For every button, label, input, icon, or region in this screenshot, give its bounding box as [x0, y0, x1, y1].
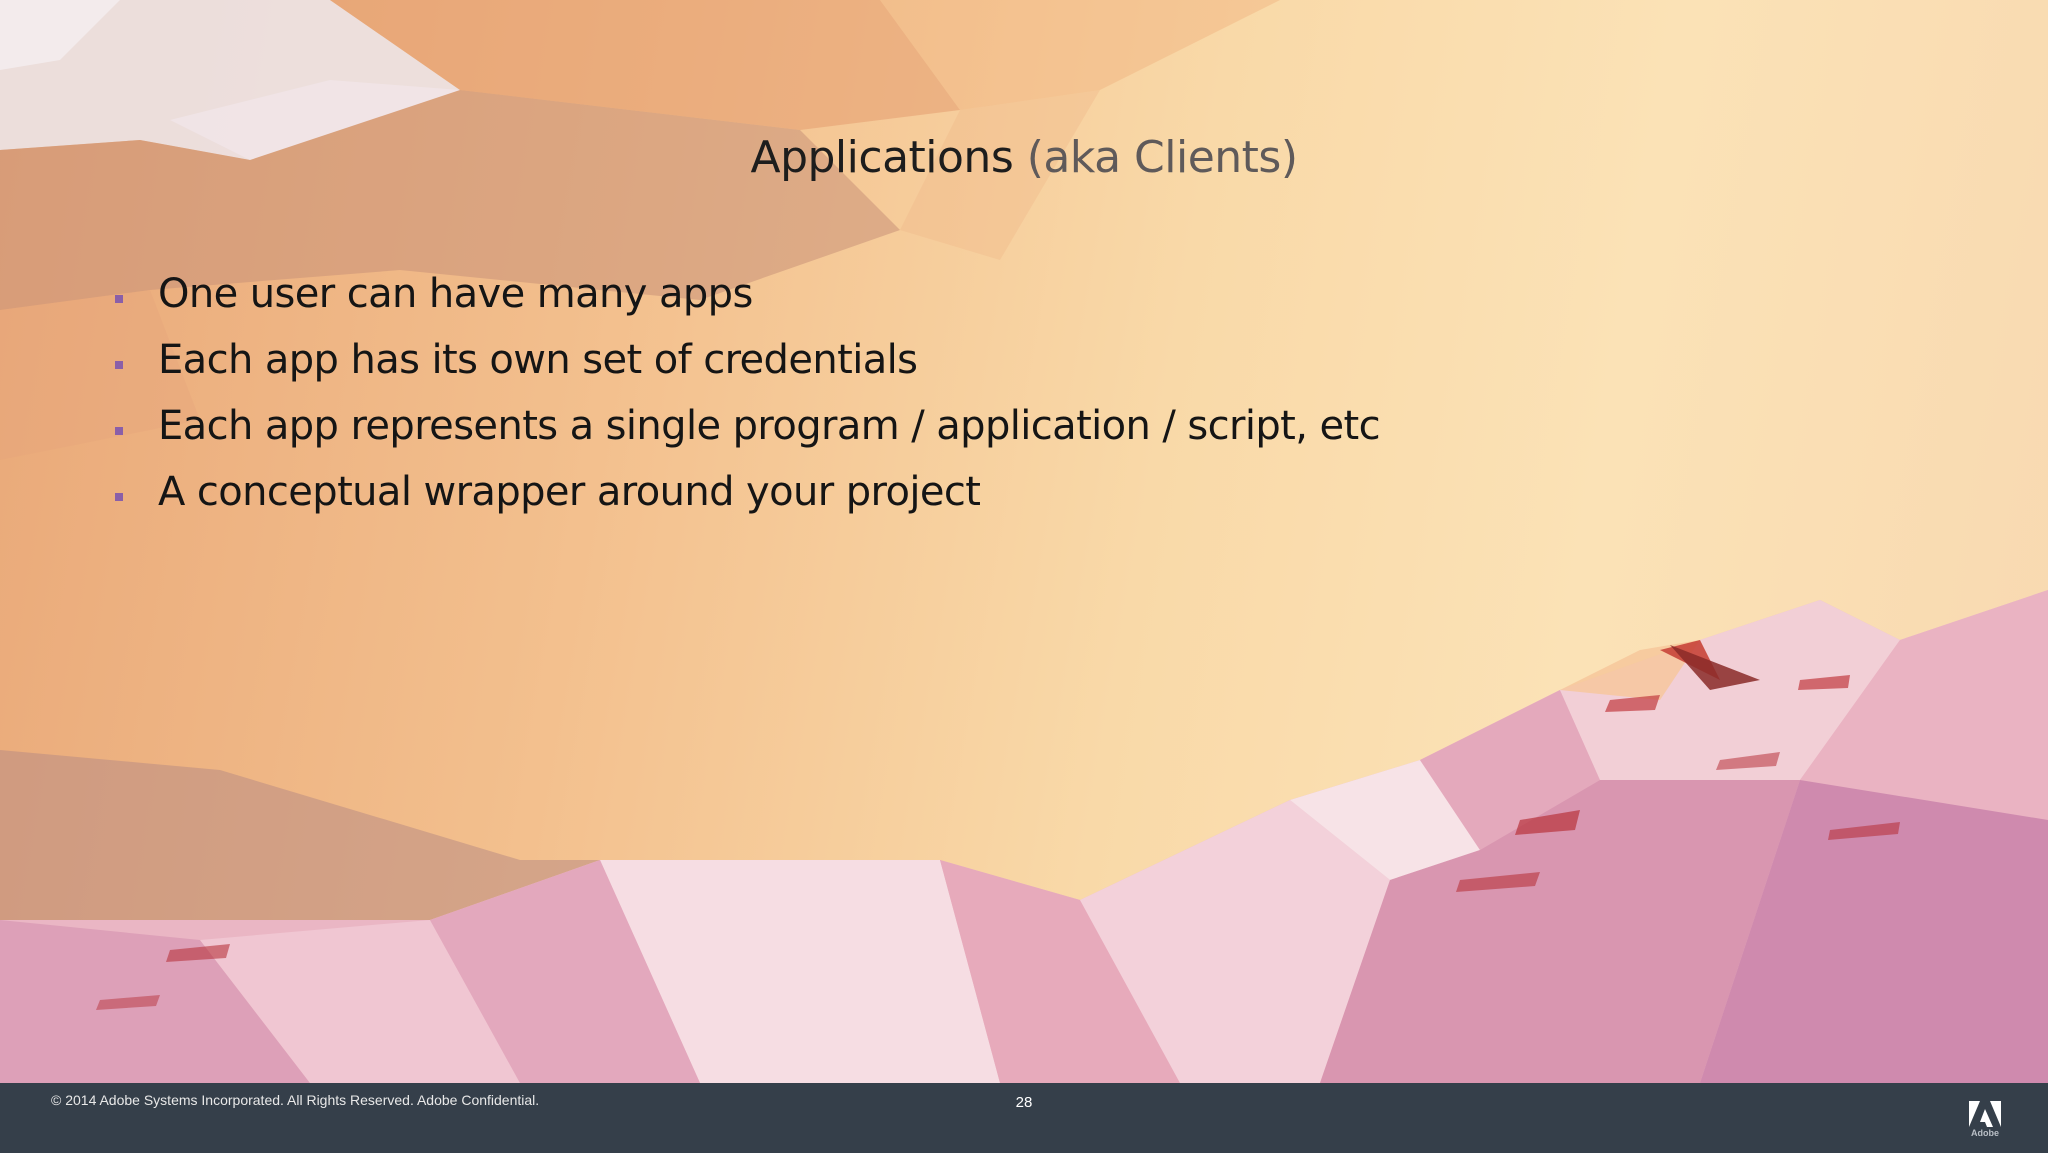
adobe-logo-text: Adobe [1971, 1128, 1999, 1138]
bullet-text: A conceptual wrapper around your project [158, 469, 981, 515]
bullet-list: One user can have many apps Each app has… [112, 266, 1381, 530]
page-number: 28 [1015, 1094, 1033, 1111]
bullet-item: One user can have many apps [112, 266, 1380, 332]
square-bullet-icon [115, 493, 123, 501]
square-bullet-icon [115, 427, 123, 435]
bullet-item: A conceptual wrapper around your project [112, 464, 1380, 530]
bullet-text: One user can have many apps [158, 271, 753, 317]
square-bullet-icon [115, 361, 123, 369]
square-bullet-icon [115, 295, 123, 303]
slide-title: Applications (aka Clients) [0, 132, 2048, 183]
slide: Applications (aka Clients) One user can … [0, 0, 2048, 1153]
bullet-item: Each app represents a single program / a… [112, 398, 1381, 464]
bullet-text: Each app has its own set of credentials [158, 337, 918, 383]
bullet-item: Each app has its own set of credentials [112, 332, 1380, 398]
title-main: Applications [750, 132, 1014, 183]
bullet-text: Each app represents a single program / a… [158, 403, 1381, 449]
footer-bar: © 2014 Adobe Systems Incorporated. All R… [0, 1083, 2048, 1153]
title-subtitle: (aka Clients) [1026, 132, 1298, 183]
